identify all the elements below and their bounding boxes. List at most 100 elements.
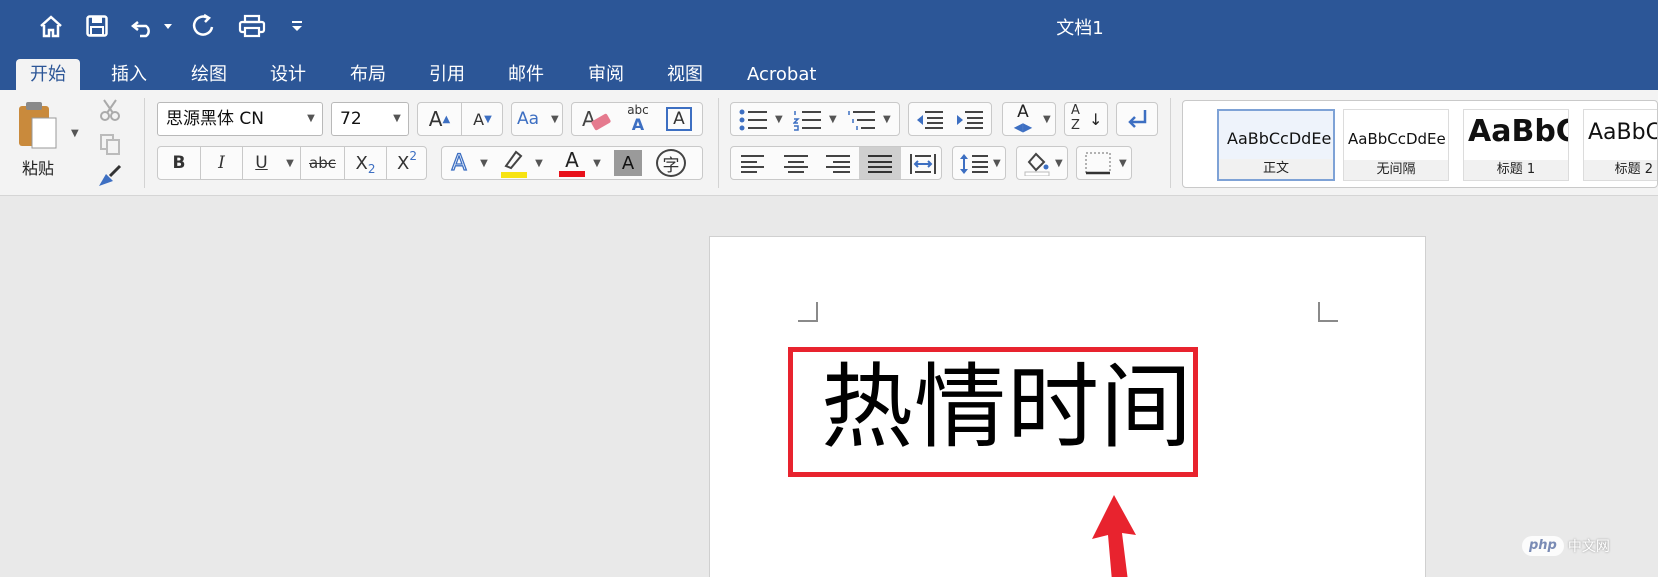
shrink-font-button[interactable]: A ▼	[461, 102, 503, 136]
highlight-dropdown[interactable]: ▼	[530, 146, 548, 180]
borders-button[interactable]: ▼	[1076, 146, 1132, 180]
superscript-button[interactable]: X2	[386, 146, 427, 180]
watermark: php 中文网	[1522, 535, 1610, 557]
arrows-icon: ◀▶	[1013, 120, 1033, 134]
style-heading-2[interactable]: AaBbC 标题 2	[1583, 109, 1657, 181]
customize-toolbar-icon[interactable]	[284, 9, 310, 43]
subscript-button[interactable]: X2	[344, 146, 386, 180]
chevron-down-icon: ▼	[1119, 158, 1127, 169]
chevron-down-icon: ▼	[1055, 158, 1063, 169]
enclose-characters-button[interactable]: 字	[656, 149, 686, 177]
line-spacing-icon	[960, 154, 988, 174]
character-border-button[interactable]: A	[666, 107, 692, 131]
copy-icon[interactable]	[98, 132, 122, 160]
italic-button[interactable]: I	[200, 146, 242, 180]
chevron-down-icon: ▼	[286, 157, 294, 169]
return-arrow-icon	[1128, 110, 1147, 128]
tab-references[interactable]: 引用	[415, 59, 479, 90]
list-group: ▼ ▼ ▼	[730, 102, 900, 136]
font-color-button[interactable]: A	[556, 149, 588, 177]
document-title: 文档1	[1056, 18, 1104, 39]
tab-insert[interactable]: 插入	[97, 59, 161, 90]
sort-button[interactable]: A Z ↓	[1064, 102, 1108, 136]
strikethrough-button[interactable]: abc	[300, 146, 344, 180]
bold-button[interactable]: B	[158, 146, 200, 180]
indent-group	[908, 102, 992, 136]
line-spacing-button[interactable]: ▼	[952, 146, 1006, 180]
watermark-text: 中文网	[1567, 539, 1610, 555]
character-shading-button[interactable]: A	[614, 150, 642, 176]
text-effects-dropdown[interactable]: ▼	[476, 146, 492, 180]
paste-button[interactable]: ▼	[16, 100, 79, 156]
align-right-icon[interactable]	[825, 154, 851, 178]
highlight-color-swatch	[501, 172, 527, 178]
save-icon[interactable]	[80, 9, 114, 43]
tab-acrobat[interactable]: Acrobat	[733, 59, 830, 90]
phonetic-guide-button[interactable]: abc A	[620, 104, 656, 134]
shading-button[interactable]: ▼	[1016, 146, 1068, 180]
styles-gallery: AaBbCcDdEe 正文 AaBbCcDdEe 无间隔 AaBbC 标题 1 …	[1182, 100, 1658, 188]
font-style-group: B I U ▼ abc X2 X2	[157, 146, 427, 180]
style-normal[interactable]: AaBbCcDdEe 正文	[1217, 109, 1335, 181]
tab-design[interactable]: 设计	[256, 59, 320, 90]
document-text[interactable]: 热情时间	[821, 348, 1193, 468]
font-family-select[interactable]: 思源黑体 CN ▼	[157, 102, 323, 136]
text-effects-button[interactable]: A	[442, 146, 476, 180]
undo-icon[interactable]	[128, 9, 176, 43]
cut-icon[interactable]	[98, 98, 122, 126]
print-icon[interactable]	[234, 9, 270, 43]
chevron-down-icon: ▼	[535, 157, 543, 169]
multilevel-list-icon[interactable]	[847, 109, 877, 135]
redo-icon[interactable]	[186, 9, 220, 43]
arrow-down-icon: ↓	[1089, 110, 1103, 129]
underline-button[interactable]: U	[242, 146, 280, 180]
font-tools-group: A abc A A	[571, 102, 703, 136]
font-size-select[interactable]: 72 ▼	[331, 102, 409, 136]
highlight-button[interactable]	[498, 150, 530, 178]
decrease-indent-icon[interactable]	[915, 109, 945, 135]
tab-home[interactable]: 开始	[16, 59, 80, 90]
chevron-down-icon: ▼	[993, 158, 1001, 169]
style-heading-1[interactable]: AaBbC 标题 1	[1463, 109, 1569, 181]
align-left-icon[interactable]	[740, 154, 766, 178]
font-grow-shrink-group: A ▲ A ▼	[417, 102, 503, 136]
justify-button[interactable]	[859, 147, 901, 179]
chevron-down-icon: ▼	[593, 157, 601, 169]
chevron-down-icon: ▼	[393, 113, 401, 124]
tab-mailings[interactable]: 邮件	[494, 59, 558, 90]
title-bar: 文档1	[0, 0, 1658, 54]
numbering-icon[interactable]	[792, 109, 823, 135]
chevron-down-icon: ▼	[551, 114, 559, 125]
show-marks-button[interactable]	[1116, 102, 1158, 136]
clear-formatting-button[interactable]: A	[578, 105, 614, 133]
underline-dropdown[interactable]: ▼	[280, 146, 300, 180]
change-case-button[interactable]: Aa ▼	[511, 102, 563, 136]
align-center-icon[interactable]	[783, 154, 809, 178]
arrow-up-icon: ▲	[442, 113, 451, 125]
chevron-down-icon[interactable]: ▼	[775, 114, 783, 125]
tab-layout[interactable]: 布局	[336, 59, 400, 90]
distributed-icon[interactable]	[909, 152, 937, 180]
home-icon[interactable]	[34, 9, 68, 43]
tab-review[interactable]: 审阅	[574, 59, 638, 90]
ribbon-tabs: 开始 插入 绘图 设计 布局 引用 邮件 审阅 视图 Acrobat	[0, 54, 1658, 90]
tab-view[interactable]: 视图	[653, 59, 717, 90]
font-color-dropdown[interactable]: ▼	[588, 146, 606, 180]
paste-dropdown-icon[interactable]: ▼	[71, 128, 79, 139]
paint-bucket-icon	[1024, 152, 1050, 176]
text-direction-button[interactable]: A ◀▶ ▼	[1002, 102, 1056, 136]
tab-draw[interactable]: 绘图	[177, 59, 241, 90]
grow-font-button[interactable]: A ▲	[418, 102, 461, 136]
change-case-icon: Aa	[517, 109, 540, 129]
style-no-spacing[interactable]: AaBbCcDdEe 无间隔	[1343, 109, 1449, 181]
bullets-icon[interactable]	[739, 109, 769, 135]
highlighter-icon	[504, 150, 523, 170]
borders-icon	[1085, 152, 1111, 175]
document-page[interactable]: 热情时间	[709, 236, 1426, 577]
chevron-down-icon[interactable]: ▼	[829, 114, 837, 125]
format-painter-icon[interactable]	[96, 164, 124, 192]
chevron-down-icon[interactable]: ▼	[883, 114, 891, 125]
justify-icon	[868, 155, 892, 173]
font-color-group: A ▼ ▼ A ▼ A 字	[441, 146, 703, 180]
increase-indent-icon[interactable]	[955, 109, 985, 135]
